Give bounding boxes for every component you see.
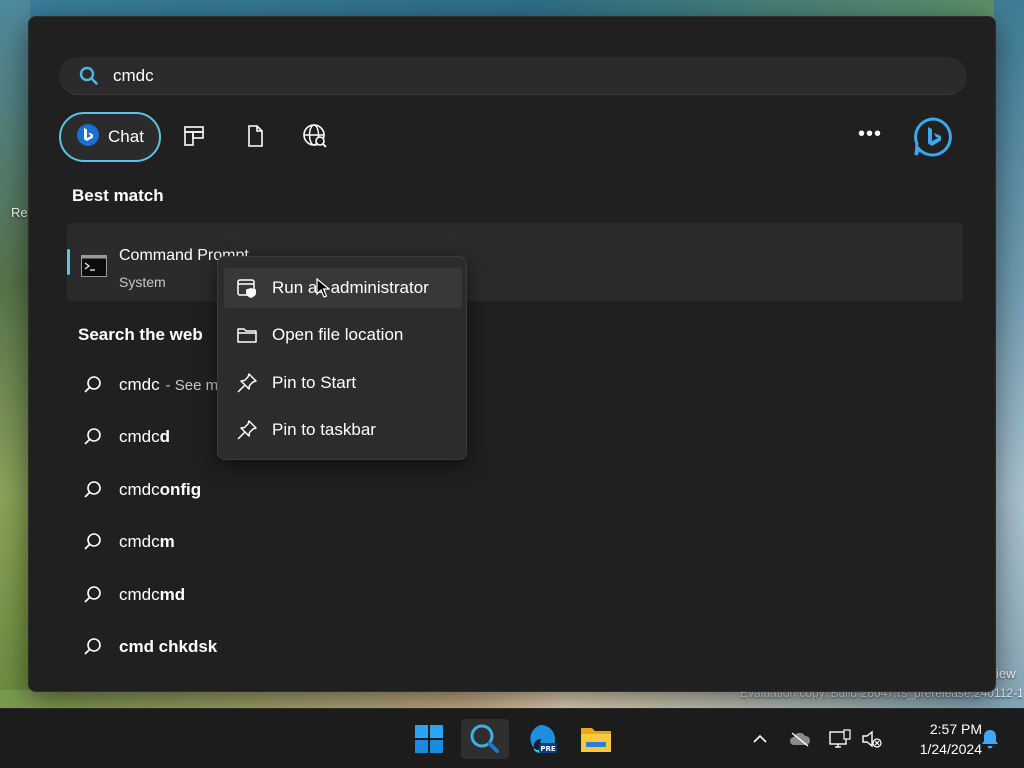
suggestion-completion: onfig [159,480,202,499]
best-match-heading: Best match [72,186,164,205]
suggestion-text: cmdc [119,532,160,551]
context-menu: Run as administrator Open file location … [217,256,467,460]
desktop-wallpaper-right [994,0,1024,708]
documents-filter-icon[interactable] [240,121,270,151]
file-explorer-icon[interactable] [572,719,620,759]
bing-button[interactable] [913,117,953,157]
menu-item-label: Run as administrator [272,278,429,297]
suggestion-completion: md [159,585,186,604]
show-hidden-icons-icon[interactable] [748,727,772,751]
clock-time: 2:57 PM [929,721,982,737]
open-file-location-item[interactable]: Open file location [224,315,462,355]
app-type: System [119,274,166,290]
taskbar: PRE 2:57 PM 1/24/2024 [0,708,1024,768]
pin-icon [236,372,258,394]
web-filter-icon[interactable] [300,121,330,151]
search-panel: cmdc Chat ••• Best match Command Prompt … [28,16,996,692]
suggestion-text: cmdc [119,427,160,446]
search-web-heading: Search the web [78,325,203,344]
web-suggestion[interactable]: cmdc - See m [83,370,218,400]
search-input[interactable]: cmdc [59,57,967,95]
pin-to-start-item[interactable]: Pin to Start [224,363,462,403]
more-options-icon[interactable]: ••• [855,121,885,151]
menu-item-label: Pin to Start [272,373,357,392]
run-as-administrator-item[interactable]: Run as administrator [224,268,462,308]
search-icon [83,426,105,448]
web-suggestion[interactable]: cmdc d [83,422,170,452]
apps-filter-icon[interactable] [179,121,209,151]
web-suggestion[interactable]: cmdc onfig [83,475,201,505]
chat-label: Chat [108,127,144,146]
selection-indicator [67,249,70,275]
network-icon[interactable] [828,727,852,751]
bing-chat-icon [76,123,100,152]
desktop-icon-label[interactable]: Re [11,205,28,220]
system-clock[interactable]: 2:57 PM 1/24/2024 [890,719,982,759]
clock-date: 1/24/2024 [919,741,982,757]
suggestion-text: cmdc [119,480,160,499]
pin-icon [236,419,258,441]
suggestion-completion: cmd chkdsk [119,637,218,656]
web-suggestion[interactable]: cmdc m [83,527,175,557]
search-icon [83,636,105,658]
run-as-admin-icon [236,277,258,299]
start-button-icon[interactable] [405,719,453,759]
search-icon [83,479,105,501]
pin-to-taskbar-item[interactable]: Pin to taskbar [224,410,462,450]
menu-item-label: Pin to taskbar [272,420,376,439]
taskbar-search-icon[interactable] [461,719,509,759]
search-query: cmdc [113,65,154,85]
suggestion-completion: d [159,427,171,446]
search-icon [79,66,99,86]
menu-item-label: Open file location [272,325,404,344]
onedrive-offline-icon[interactable] [788,727,812,751]
edge-preview-icon[interactable]: PRE [517,719,565,759]
web-suggestion[interactable]: cmdc md [83,580,185,610]
notification-bell-icon[interactable] [978,727,1002,751]
svg-text:PRE: PRE [540,745,556,753]
suggestion-completion: m [159,532,175,551]
search-icon [83,531,105,553]
folder-icon [236,324,258,346]
search-icon [83,374,105,396]
suggestion-hint: - See m [165,376,219,394]
web-suggestion[interactable]: cmd chkdsk [83,632,217,662]
desktop-icon-label-right: iew [996,666,1016,681]
search-icon [83,584,105,606]
suggestion-text: cmdc [119,585,160,604]
chat-button[interactable]: Chat [59,112,161,162]
mouse-cursor-icon [316,277,331,298]
command-prompt-icon [81,255,107,277]
best-match-result[interactable]: Command Prompt System [67,223,963,301]
desktop-wallpaper-left [0,0,30,708]
suggestion-text: cmdc [119,375,160,394]
volume-muted-icon[interactable] [860,727,884,751]
